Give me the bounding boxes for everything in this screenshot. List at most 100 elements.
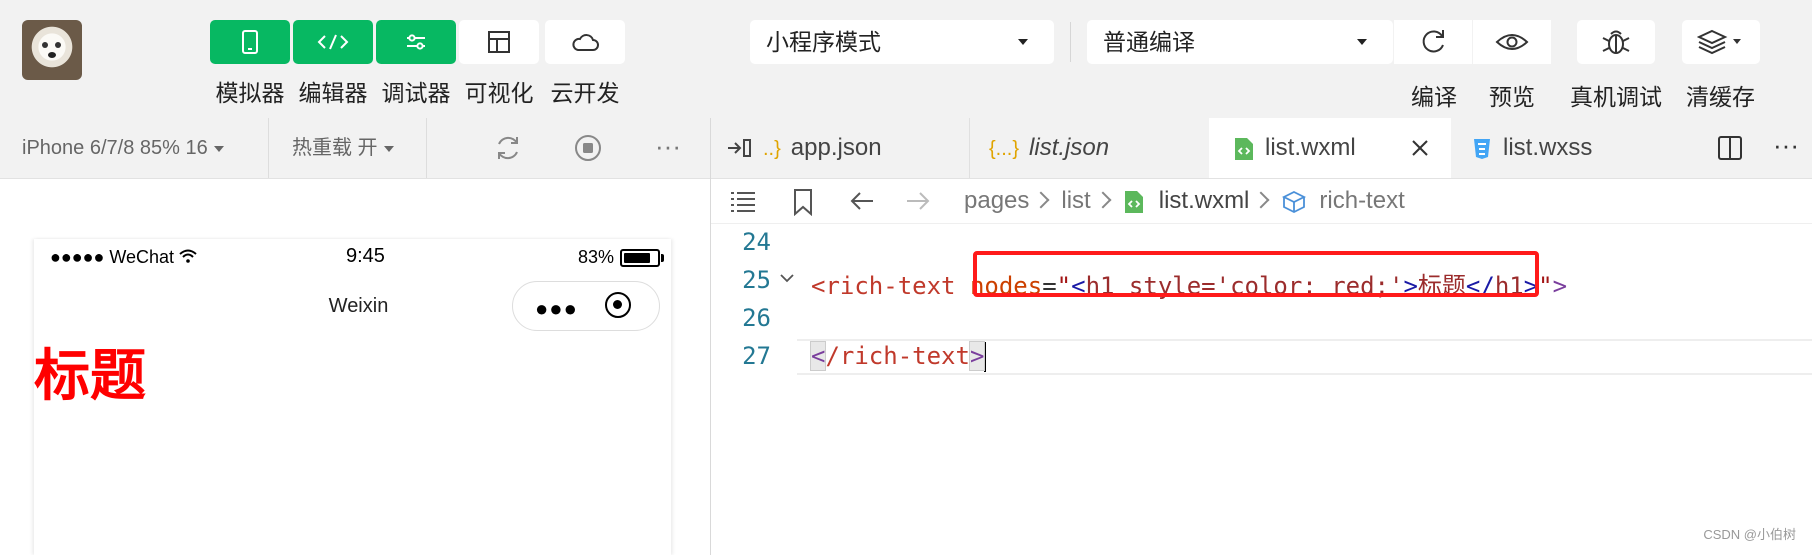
- code-token-tag: <rich-text: [811, 272, 956, 300]
- json-file-icon: ..}: [763, 137, 781, 160]
- compile-select-value: 普通编译: [1103, 29, 1195, 55]
- bookmark-icon[interactable]: [792, 188, 814, 216]
- close-miniprogram-icon[interactable]: [605, 292, 631, 318]
- simulator-viewport: ●●●●● WeChat 9:45 83% Weixin ●●● 标题: [0, 179, 710, 555]
- code-icon: [317, 34, 349, 50]
- wxml-file-icon: [1235, 137, 1253, 160]
- json-file-icon: {...}: [989, 137, 1020, 160]
- compile-select[interactable]: 普通编译: [1087, 20, 1393, 64]
- chevron-right-icon: [1032, 191, 1050, 209]
- divider: [426, 118, 427, 178]
- close-tab-icon[interactable]: [1411, 139, 1429, 157]
- back-arrow-icon[interactable]: [849, 190, 875, 212]
- more-icon[interactable]: ···: [655, 118, 681, 174]
- breadcrumb-item[interactable]: rich-text: [1319, 187, 1404, 214]
- code-token-bracket: >: [968, 341, 986, 371]
- fold-chevron-icon[interactable]: [779, 272, 795, 284]
- preview-label: 预览: [1489, 84, 1535, 110]
- tab-list-json[interactable]: {...} list.json: [989, 118, 1239, 178]
- device-debug-label: 真机调试: [1570, 84, 1662, 110]
- breadcrumb-path: pages list list.wxml rich-text: [964, 179, 1405, 223]
- clear-cache-button[interactable]: [1682, 20, 1760, 64]
- annotation-highlight-box: [973, 251, 1539, 297]
- sliders-icon: [407, 34, 425, 50]
- battery-icon: [620, 249, 664, 268]
- line-number: 24: [742, 228, 771, 256]
- mode-select-value: 小程序模式: [766, 29, 881, 55]
- code-token-quote: ": [1538, 272, 1553, 300]
- carrier-text: ●●●●● WeChat: [50, 247, 197, 268]
- visualize-button[interactable]: 可视化: [459, 20, 539, 108]
- chevron-down-icon: [213, 145, 224, 152]
- tab-app-json[interactable]: ..} app.json: [763, 118, 1015, 178]
- capsule-menu[interactable]: ●●●: [512, 281, 660, 331]
- status-bar: ●●●●● WeChat 9:45 83%: [50, 245, 664, 271]
- user-avatar[interactable]: [22, 20, 82, 80]
- rotate-icon[interactable]: [493, 133, 523, 163]
- compile-button[interactable]: [1394, 20, 1472, 64]
- eye-icon: [1495, 34, 1529, 50]
- code-token-bracket: <: [809, 341, 827, 371]
- code-token-tag: /rich-text: [825, 342, 970, 370]
- hot-reload-value: 热重载 开: [292, 137, 378, 159]
- line-number: 27: [742, 342, 771, 370]
- outline-list-icon[interactable]: [729, 189, 757, 213]
- phone-icon: [242, 30, 258, 54]
- chevron-down-icon: [1018, 39, 1028, 45]
- clear-cache-label: 清缓存: [1686, 84, 1755, 110]
- code-token-close: >: [1552, 272, 1568, 300]
- editor-tabbar: ..} app.json {...} list.json list.wxml lis…: [711, 118, 1812, 179]
- preview-button[interactable]: [1473, 20, 1551, 64]
- cloud-icon: [572, 34, 599, 51]
- more-dots-icon[interactable]: ●●●: [535, 296, 578, 322]
- code-line-27: </rich-text>: [809, 341, 987, 372]
- wifi-icon: [179, 249, 197, 263]
- split-editor-icon[interactable]: [1717, 135, 1743, 161]
- layout-icon: [488, 31, 510, 53]
- wxml-file-icon: [1124, 190, 1143, 213]
- cloud-label: 云开发: [550, 80, 620, 106]
- visualize-label: 可视化: [464, 80, 534, 106]
- status-time: 9:45: [346, 245, 385, 267]
- bug-icon: [1602, 30, 1630, 54]
- cube-icon: [1282, 190, 1307, 213]
- simulator-button[interactable]: 模拟器: [210, 20, 290, 108]
- device-select-value: iPhone 6/7/8 85% 16: [22, 137, 208, 159]
- device-debug-button[interactable]: [1577, 20, 1655, 64]
- breadcrumb-item[interactable]: pages: [964, 187, 1029, 214]
- rich-text-heading: 标题: [34, 344, 146, 409]
- toolbar-divider: [1070, 22, 1071, 62]
- compile-label: 编译: [1411, 84, 1457, 110]
- tab-list-wxml[interactable]: list.wxml: [1209, 118, 1451, 178]
- divider: [268, 118, 269, 178]
- hot-reload-select[interactable]: 热重载 开: [292, 118, 394, 178]
- battery-status: 83%: [578, 247, 664, 268]
- chevron-right-icon: [1094, 191, 1112, 209]
- refresh-icon: [1422, 30, 1444, 53]
- breadcrumb-item[interactable]: list: [1061, 187, 1090, 214]
- line-number: 25: [742, 266, 771, 294]
- tab-list-wxss[interactable]: list.wxss: [1471, 118, 1671, 178]
- tab-separator: [969, 118, 970, 178]
- chevron-down-icon: [1357, 39, 1367, 45]
- text-cursor: [984, 342, 987, 372]
- chevron-down-icon: [383, 145, 394, 152]
- forward-arrow-icon[interactable]: [905, 190, 931, 212]
- wxss-file-icon: [1474, 138, 1490, 159]
- debugger-button[interactable]: 调试器: [376, 20, 456, 108]
- simulator-toolbar: iPhone 6/7/8 85% 16 热重载 开 ···: [0, 118, 710, 179]
- collapse-sidebar-icon[interactable]: [726, 136, 754, 160]
- top-toolbar: 模拟器 编辑器 调试器 可视化 云开发 小程序模式 普通编译 编译 预览 真机调…: [0, 0, 1812, 118]
- breadcrumb-item[interactable]: list.wxml: [1159, 187, 1250, 214]
- stop-icon[interactable]: [573, 133, 603, 163]
- mode-select[interactable]: 小程序模式: [750, 20, 1054, 64]
- cloud-button[interactable]: 云开发: [545, 20, 625, 108]
- layers-icon: [1697, 29, 1741, 55]
- more-actions-icon[interactable]: ···: [1773, 118, 1799, 172]
- breadcrumb: pages list list.wxml rich-text: [711, 179, 1812, 224]
- phone-screen: ●●●●● WeChat 9:45 83% Weixin ●●● 标题: [34, 239, 671, 555]
- watermark: CSDN @小伯树: [1703, 527, 1796, 542]
- editor-button[interactable]: 编辑器: [293, 20, 373, 108]
- simulator-label: 模拟器: [215, 80, 285, 106]
- device-select[interactable]: iPhone 6/7/8 85% 16: [22, 118, 224, 178]
